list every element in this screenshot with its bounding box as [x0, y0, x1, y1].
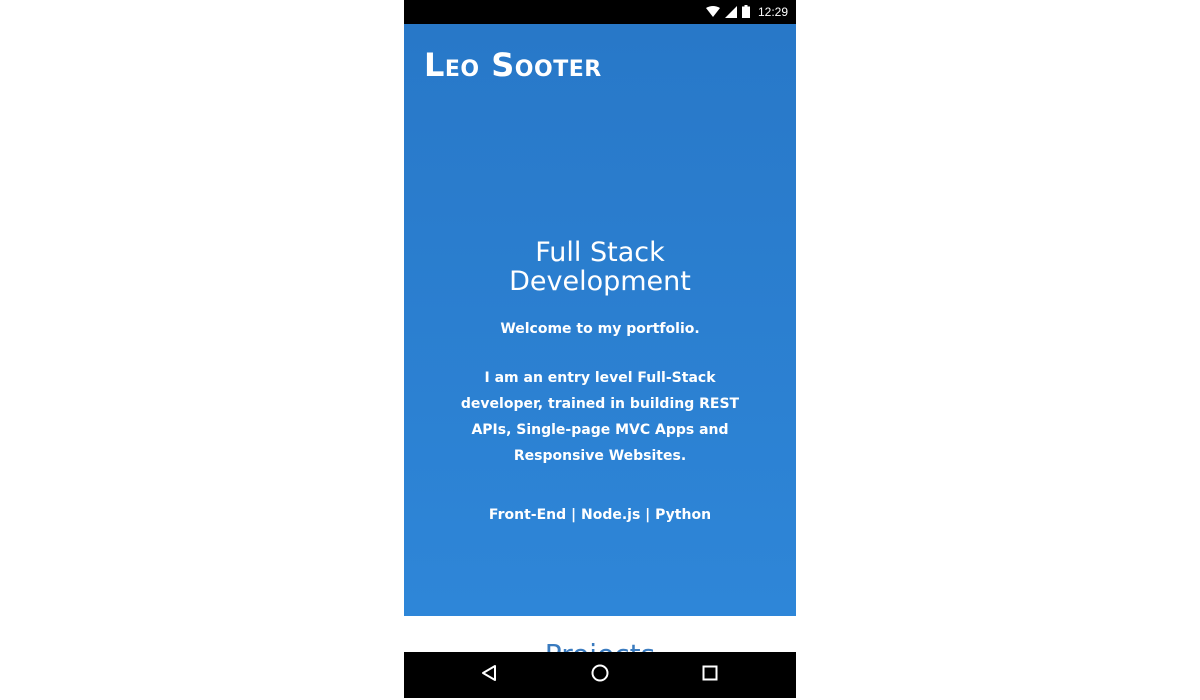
phone-screen: 12:29 Leo Sooter Full Stack Development …	[404, 0, 796, 698]
skills-text: Front-End | Node.js | Python	[488, 507, 712, 523]
hero-headline-line1: Full Stack	[535, 237, 665, 268]
battery-icon	[741, 3, 750, 22]
status-time: 12:29	[757, 5, 788, 19]
hero-headline: Full Stack Development	[404, 238, 796, 296]
home-button[interactable]	[590, 664, 610, 686]
home-icon	[591, 664, 609, 686]
intro-text: I am an entry level Full-Stack developer…	[460, 370, 740, 464]
hero-headline-line2: Development	[509, 266, 691, 297]
welcome-text: Welcome to my portfolio.	[500, 321, 700, 337]
navigation-bar	[404, 652, 796, 698]
projects-heading: Projects	[404, 638, 796, 652]
signal-icon	[724, 3, 737, 22]
back-icon	[481, 664, 497, 686]
hero-section: Leo Sooter Full Stack Development Welcom…	[404, 24, 796, 616]
wifi-icon	[705, 3, 720, 22]
back-button[interactable]	[479, 665, 499, 685]
status-icons: 12:29	[705, 3, 788, 22]
projects-section: Projects	[404, 616, 796, 652]
recents-button[interactable]	[700, 665, 720, 685]
status-bar: 12:29	[404, 0, 796, 24]
site-brand[interactable]: Leo Sooter	[424, 46, 602, 84]
recents-icon	[702, 665, 718, 685]
